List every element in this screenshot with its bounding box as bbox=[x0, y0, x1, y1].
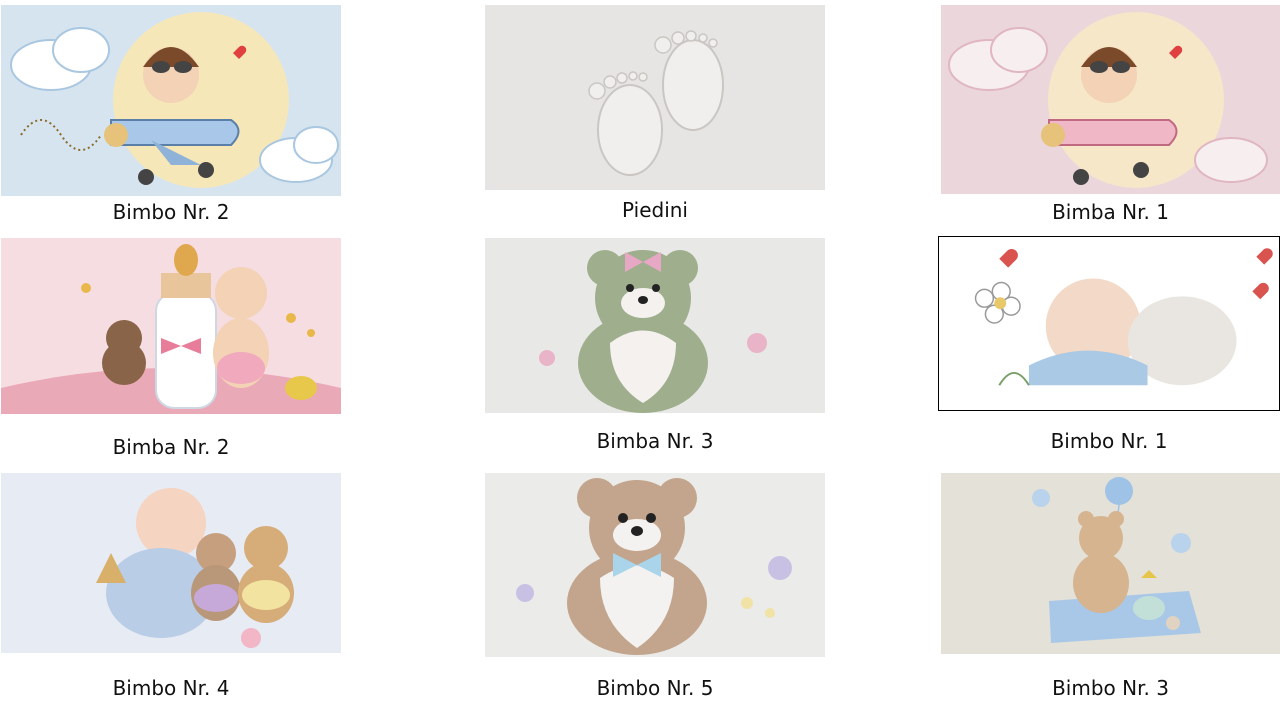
card-label-bimba-nr-1: Bimba Nr. 1 bbox=[1052, 200, 1169, 224]
card-image-piedini[interactable] bbox=[485, 5, 825, 190]
card-image-bimbo-nr-3[interactable] bbox=[941, 473, 1280, 654]
card-label-piedini: Piedini bbox=[622, 198, 688, 222]
footprints-illustration bbox=[485, 5, 825, 190]
card-image-bimbo-nr-1[interactable] bbox=[938, 236, 1280, 411]
card-label-bimba-nr-2: Bimba Nr. 2 bbox=[112, 435, 230, 459]
green-teddy-illustration bbox=[485, 238, 825, 413]
brown-teddy-illustration bbox=[485, 473, 825, 657]
baby-teddies-illustration bbox=[1, 473, 341, 653]
card-label-bimba-nr-3: Bimba Nr. 3 bbox=[596, 429, 714, 453]
card-label-bimbo-nr-2: Bimbo Nr. 2 bbox=[112, 200, 230, 224]
card-label-bimbo-nr-3: Bimbo Nr. 3 bbox=[1052, 676, 1169, 700]
card-image-bimbo-nr-2[interactable] bbox=[1, 5, 341, 196]
baby-bottle-illustration bbox=[1, 238, 341, 414]
card-image-bimbo-nr-4[interactable] bbox=[1, 473, 341, 653]
card-label-bimbo-nr-4: Bimbo Nr. 4 bbox=[112, 676, 230, 700]
card-image-bimbo-nr-5[interactable] bbox=[485, 473, 825, 657]
teddy-tea-party-illustration bbox=[941, 473, 1280, 654]
card-label-bimbo-nr-1: Bimbo Nr. 1 bbox=[1050, 429, 1168, 453]
card-image-bimba-nr-3[interactable] bbox=[485, 238, 825, 413]
card-label-bimbo-nr-5: Bimbo Nr. 5 bbox=[596, 676, 714, 700]
aviator-girl-illustration bbox=[941, 5, 1280, 194]
baby-reaching-illustration bbox=[939, 237, 1279, 410]
card-image-bimba-nr-1[interactable] bbox=[941, 5, 1280, 194]
card-image-bimba-nr-2[interactable] bbox=[1, 238, 341, 414]
aviator-boy-illustration bbox=[1, 5, 341, 196]
